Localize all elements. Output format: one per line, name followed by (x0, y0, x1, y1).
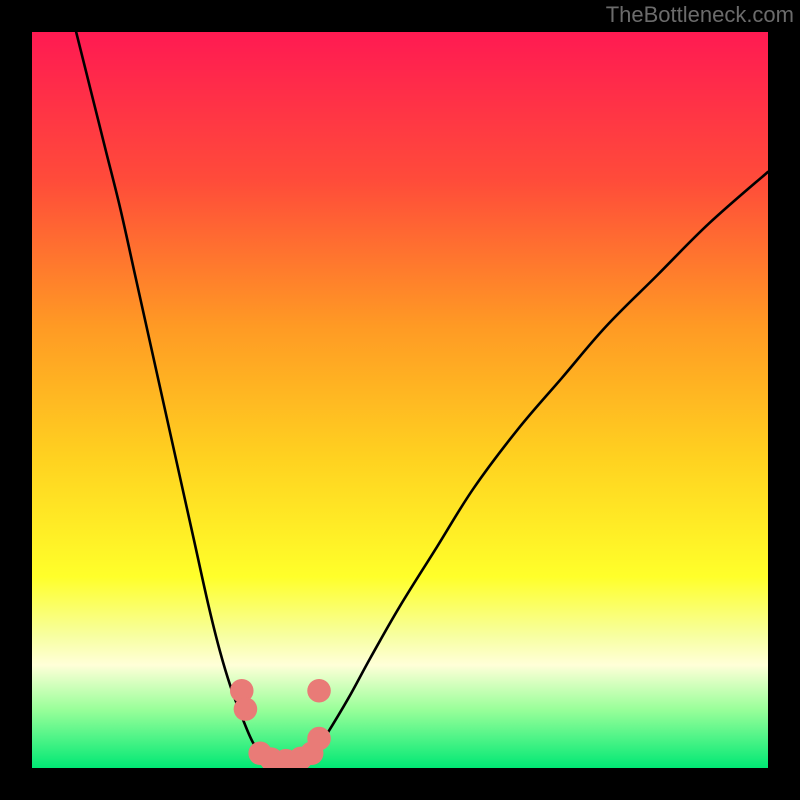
watermark-text: TheBottleneck.com (606, 2, 794, 28)
highlight-dot (307, 727, 331, 751)
highlight-dot (234, 697, 258, 721)
highlight-dot (307, 679, 331, 703)
plot-area (32, 32, 768, 768)
chart-frame: TheBottleneck.com (0, 0, 800, 800)
bottleneck-curve-chart (32, 32, 768, 768)
gradient-background (32, 32, 768, 768)
